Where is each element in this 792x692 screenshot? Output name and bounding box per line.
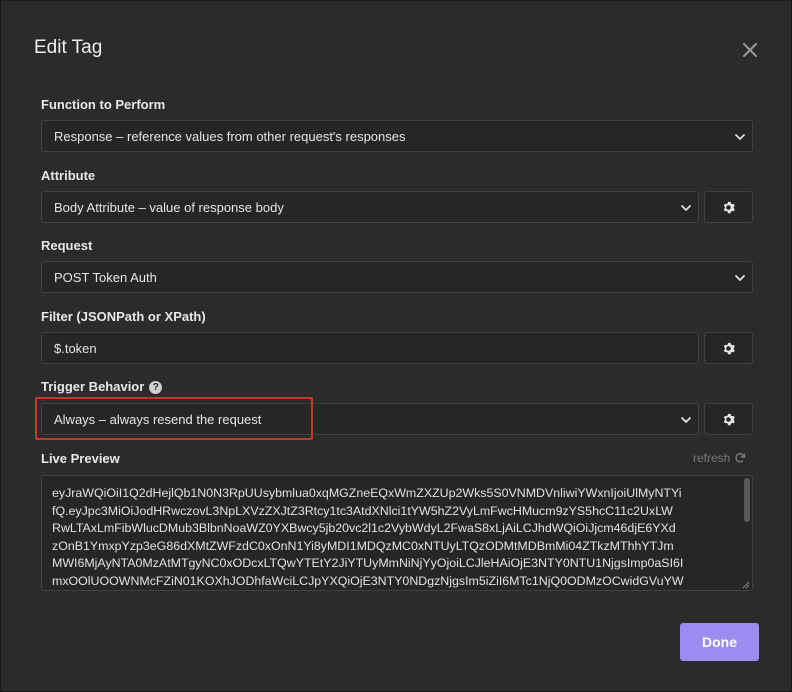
refresh-button[interactable]: refresh — [693, 451, 746, 465]
filter-settings-button[interactable] — [704, 332, 753, 364]
gear-icon — [723, 342, 735, 354]
refresh-icon — [735, 453, 746, 463]
trigger-label: Trigger Behavior? — [41, 379, 163, 394]
filter-label: Filter (JSONPath or XPath) — [41, 309, 206, 324]
preview-line: fQ.eyJpc3MiOiJodHRwczovL3NpLXVzZXJtZ3Rtc… — [52, 503, 673, 518]
filter-input-value: $.token — [54, 340, 97, 356]
chevron-down-icon — [735, 134, 745, 140]
chevron-down-icon — [681, 205, 691, 211]
gear-icon — [723, 413, 735, 425]
resize-handle-icon[interactable] — [742, 581, 750, 589]
close-button[interactable] — [739, 39, 761, 61]
attribute-select[interactable]: Body Attribute – value of response body — [41, 191, 699, 223]
preview-line: zOnB1YmxpYzp3eG86dXMtZWFzdC0xOnN1Yi8yMDI… — [52, 538, 674, 553]
chevron-down-icon — [735, 275, 745, 281]
trigger-settings-button[interactable] — [704, 403, 753, 435]
function-select[interactable]: Response – reference values from other r… — [41, 120, 753, 152]
function-select-value: Response – reference values from other r… — [54, 128, 406, 144]
preview-line: mxOOlUOOWNMcFZiN01KOXhJODhfaWciLCJpYXQiO… — [52, 573, 684, 588]
request-select-value: POST Token Auth — [54, 269, 157, 285]
preview-textarea[interactable]: eyJraWQiOiI1Q2dHejlQb1N0N3RpUUsybmlua0xq… — [41, 475, 753, 591]
dialog-title: Edit Tag — [34, 37, 103, 58]
edit-tag-dialog: Edit Tag Function to Perform Response – … — [0, 0, 792, 692]
trigger-select[interactable]: Always – always resend the request — [41, 403, 699, 435]
help-icon[interactable]: ? — [149, 381, 163, 394]
gear-icon — [723, 201, 735, 213]
request-label: Request — [41, 238, 93, 253]
attribute-label: Attribute — [41, 168, 96, 183]
preview-line: MWI6MjAyNTA0MzAtMTgyNC0xODcxLTQwYTEtY2Ji… — [52, 556, 684, 570]
preview-line: eyJraWQiOiI1Q2dHejlQb1N0N3RpUUsybmlua0xq… — [52, 486, 682, 500]
trigger-select-value: Always – always resend the request — [54, 411, 262, 427]
preview-line: RwLTAxLmFibWlucDMub3BlbnNoaWZ0YXBwcy5jb2… — [52, 521, 676, 535]
preview-scrollbar[interactable] — [744, 478, 750, 522]
preview-label: Live Preview — [41, 451, 120, 466]
trigger-label-text: Trigger Behavior — [41, 379, 145, 394]
filter-input[interactable]: $.token — [41, 332, 699, 364]
attribute-select-value: Body Attribute – value of response body — [54, 199, 284, 215]
refresh-label: refresh — [693, 451, 731, 465]
attribute-settings-button[interactable] — [704, 191, 753, 223]
preview-content: eyJraWQiOiI1Q2dHejlQb1N0N3RpUUsybmlua0xq… — [52, 485, 742, 590]
chevron-down-icon — [681, 417, 691, 423]
close-icon — [743, 43, 757, 57]
request-select[interactable]: POST Token Auth — [41, 261, 753, 293]
done-button[interactable]: Done — [680, 623, 759, 661]
function-label: Function to Perform — [41, 97, 166, 112]
